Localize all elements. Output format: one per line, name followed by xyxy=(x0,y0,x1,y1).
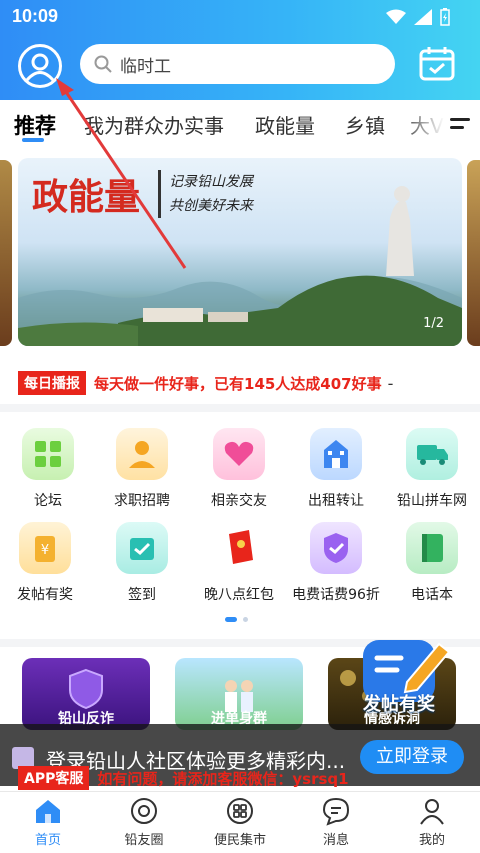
calendar-icon xyxy=(419,47,455,81)
checkin-icon xyxy=(130,538,154,560)
battery-icon xyxy=(440,8,450,26)
banner-next-peek[interactable] xyxy=(467,160,480,346)
svg-text:¥: ¥ xyxy=(41,543,49,558)
truck-icon xyxy=(417,445,448,465)
grid-item-carpool[interactable]: 铅山拼车网 xyxy=(387,428,477,510)
broadcast-message: 每天做一件好事，已有145人达成407好事 xyxy=(94,374,382,393)
broadcast-tag: 每日播报 xyxy=(18,371,86,395)
search-placeholder: 临时工 xyxy=(120,56,171,76)
section-divider xyxy=(0,404,480,412)
post-reward-fab-label: 发帖有奖 xyxy=(363,694,435,715)
grid-item-forum[interactable]: 论坛 xyxy=(3,428,93,510)
red-packet-icon xyxy=(229,530,253,564)
banner-carousel[interactable]: 政能量 记录铅山发展 共创美好未来 1/2 xyxy=(18,158,462,346)
daily-broadcast[interactable]: 每日播报 每天做一件好事，已有145人达成407好事 - xyxy=(18,371,468,395)
job-seeker-icon xyxy=(129,441,155,468)
search-icon xyxy=(94,55,112,73)
tab-recommend[interactable]: 推荐 xyxy=(14,110,56,140)
message-icon xyxy=(322,797,350,826)
grid-item-rental[interactable]: 出租转让 xyxy=(291,428,381,510)
nav-profile[interactable]: 我的 xyxy=(384,796,480,848)
grid-item-jobs[interactable]: 求职招聘 xyxy=(97,428,187,510)
grid-item-checkin[interactable]: 签到 xyxy=(97,522,187,604)
banner-title: 政能量 xyxy=(32,176,141,218)
tab-serve-people[interactable]: 我为群众办实事 xyxy=(84,110,224,139)
tab-towns[interactable]: 乡镇 xyxy=(345,110,385,139)
wifi-icon xyxy=(386,9,406,24)
nav-home[interactable]: 首页 xyxy=(0,796,96,848)
circle-icon xyxy=(131,798,157,824)
building-icon xyxy=(324,440,348,468)
shield-check-icon xyxy=(324,533,348,563)
book-icon xyxy=(422,534,443,562)
service-message: 如有问题，请添加客服微信：ysrsq1 xyxy=(97,769,349,788)
tabs-menu-icon[interactable] xyxy=(450,118,470,134)
checkin-calendar-button[interactable] xyxy=(418,44,456,82)
card-singles-group[interactable]: 进单身群 xyxy=(175,658,303,730)
nav-market[interactable]: 便民集市 xyxy=(192,796,288,848)
nav-friend-circle[interactable]: 铅友圈 xyxy=(96,796,192,848)
grid-item-red-packet[interactable]: 晚八点红包 xyxy=(194,522,284,604)
bottom-nav: 首页 铅友圈 便民集市 消息 我的 xyxy=(0,791,480,853)
grid-item-post-reward[interactable]: ¥ 发帖有奖 xyxy=(0,522,90,604)
home-icon xyxy=(36,800,60,823)
nav-messages[interactable]: 消息 xyxy=(288,796,384,848)
banner-slogan: 记录铅山发展 共创美好未来 xyxy=(158,170,253,218)
grid-page-indicator xyxy=(225,617,248,622)
grid-item-bill-discount[interactable]: 电费话费96折 xyxy=(291,522,381,604)
status-time: 10:09 xyxy=(12,6,59,26)
grid-item-dating[interactable]: 相亲交友 xyxy=(194,428,284,510)
card-anti-fraud[interactable]: 铅山反诈 xyxy=(22,658,150,730)
heart-icon xyxy=(224,441,254,466)
customer-service-notice[interactable]: APP客服 如有问题，请添加客服微信：ysrsq1 xyxy=(18,766,349,790)
tab-positive-energy[interactable]: 政能量 xyxy=(255,110,315,139)
market-icon xyxy=(227,798,253,824)
category-tabs: 推荐 我为群众办实事 政能量 乡镇 大V xyxy=(0,100,480,152)
profile-icon xyxy=(420,799,444,825)
active-tab-indicator xyxy=(22,138,44,142)
signal-icon xyxy=(414,9,432,25)
search-bar[interactable]: 临时工 xyxy=(80,44,395,84)
banner-prev-peek[interactable] xyxy=(0,160,12,346)
banner-pager: 1/2 xyxy=(423,316,444,331)
user-icon xyxy=(25,53,55,82)
login-button[interactable]: 立即登录 xyxy=(360,740,464,774)
red-envelope-yuan-icon: ¥ xyxy=(35,536,55,562)
grid-item-phonebook[interactable]: 电话本 xyxy=(387,522,477,604)
service-tag: APP客服 xyxy=(18,766,90,790)
status-bar: 10:09 xyxy=(0,0,480,34)
profile-avatar-button[interactable] xyxy=(18,44,62,88)
forum-icon xyxy=(35,441,61,467)
